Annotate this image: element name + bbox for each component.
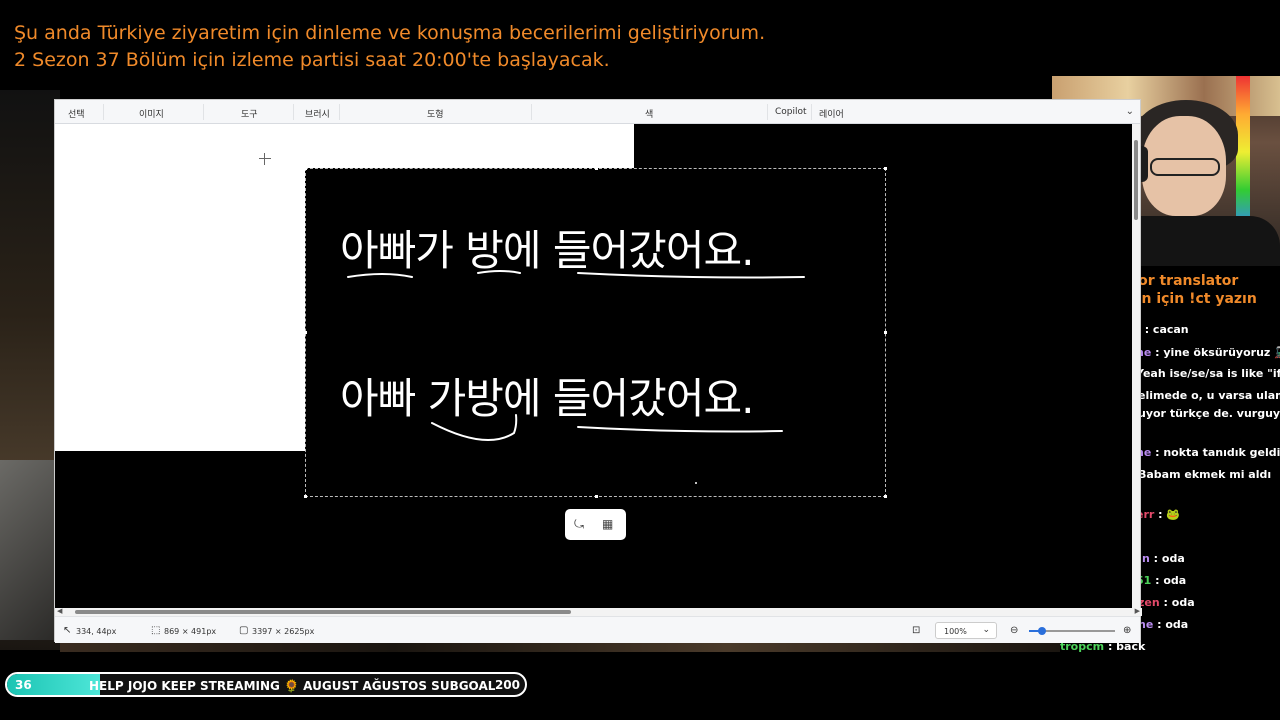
toolbar-copilot-button[interactable]: Copilot (775, 107, 807, 117)
toolbar-divider (531, 104, 532, 120)
toolbar-image-button[interactable]: 이미지 (139, 107, 164, 120)
subgoal-target: 200 (494, 678, 520, 692)
zoom-slider-knob[interactable] (1037, 627, 1046, 635)
background-rock (0, 460, 56, 640)
chevron-down-icon[interactable]: ⌄ (1126, 106, 1134, 117)
toolbar-brushes-button[interactable]: 브러시 (305, 107, 330, 120)
toolbar-divider (339, 104, 340, 120)
horizontal-scrollbar[interactable]: ◀ ▶ (55, 607, 1142, 616)
selection-box[interactable]: 아빠가 방에 들어갔어요. 아빠 가방에 들어갔어요. (304, 167, 887, 498)
chevron-down-icon: ⌄ (982, 625, 990, 635)
chat-text: : oda (1151, 574, 1187, 587)
generative-erase-icon[interactable]: ▦ (602, 517, 613, 531)
horizontal-scroll-thumb[interactable] (75, 610, 571, 614)
underline-gabang (431, 414, 518, 442)
vertical-scroll-thumb[interactable] (1134, 140, 1138, 220)
overlay-line-1: Şu anda Türkiye ziyaretim için dinleme v… (14, 22, 766, 44)
chat-message: ne : nokta tanıdık geldi (1136, 446, 1280, 459)
crosshair-cursor-icon (259, 153, 271, 165)
zoom-slider[interactable] (1029, 627, 1115, 635)
chat-username: n (1142, 552, 1150, 565)
chat-notice-line-1: for translator (1132, 273, 1239, 289)
chat-message: ne : yine öksürüyoruz 🚂 (1136, 346, 1280, 359)
status-bar: ↖ 334, 44px ⬚ 869 × 491px ▢ 3397 × 2625p… (55, 616, 1140, 643)
subgoal-label: HELP JOJO KEEP STREAMING 🌻 AUGUST AĞUSTO… (89, 679, 496, 693)
vertical-scrollbar[interactable] (1132, 124, 1140, 612)
image-size: 3397 × 2625px (252, 627, 315, 636)
chat-text: : yine öksürüyoruz 🚂 (1151, 346, 1280, 359)
chat-text: : nokta tanıdık geldi (1151, 446, 1280, 459)
toolbar-tools-button[interactable]: 도구 (241, 107, 258, 120)
zoom-out-icon[interactable]: ⊖ (1010, 625, 1018, 636)
chat-message: 51 : oda (1136, 574, 1186, 587)
underline-deureogasseoyo-1 (577, 272, 805, 279)
toolbar-colors-button[interactable]: 색 (645, 107, 653, 120)
zoom-value: 100% (944, 627, 967, 636)
selection-size: 869 × 491px (164, 627, 217, 636)
underline-deureogasseoyo-2 (577, 426, 783, 433)
chat-text: uyor türkçe de. vurguyu (1138, 407, 1280, 420)
image-size-icon: ▢ (239, 625, 249, 636)
chat-text: Yeah ise/se/sa is like "if" (1136, 367, 1280, 380)
chat-message: ne : oda (1138, 618, 1188, 631)
scroll-right-arrow-icon[interactable]: ▶ (1135, 607, 1140, 615)
chat-text: Babam ekmek mi aldı (1138, 468, 1272, 481)
cursor-position: 334, 44px (76, 627, 117, 636)
stream-overlay-text: Şu anda Türkiye ziyaretim için dinleme v… (14, 20, 765, 74)
chat-text: : oda (1149, 552, 1185, 565)
toolbar-shapes-button[interactable]: 도형 (427, 107, 444, 120)
chat-text: : 🐸 (1154, 508, 1181, 521)
streamer-glasses (1150, 158, 1220, 176)
toolbar-divider (203, 104, 204, 120)
chat-message: n : oda (1142, 552, 1185, 565)
toolbar-divider (293, 104, 294, 120)
zoom-in-icon[interactable]: ⊕ (1123, 625, 1131, 636)
chat-message: elimede o, u varsa ulama (1138, 389, 1280, 402)
stray-dot (695, 482, 697, 484)
zoom-dropdown[interactable]: 100% ⌄ (935, 622, 997, 639)
chat-text: elimede o, u varsa ulama (1138, 389, 1280, 402)
chat-message: err : 🐸 (1136, 508, 1180, 521)
underline-bang (477, 270, 521, 274)
chat-message: zen : oda (1138, 596, 1195, 609)
toolbar-divider (103, 104, 104, 120)
pointer-icon: ↖ (63, 625, 72, 636)
selection-floating-toolbar: ⤿ ▦ (565, 509, 626, 540)
subgoal-current: 36 (15, 678, 32, 692)
handwritten-underlines (347, 270, 805, 484)
toolbar-divider (811, 104, 812, 120)
toolbar-layers-button[interactable]: 레이어 (819, 107, 844, 120)
toolbar-select-button[interactable]: 선택 (68, 107, 85, 120)
fit-to-window-icon[interactable]: ⊡ (912, 625, 920, 636)
toolbar-divider (767, 104, 768, 120)
chat-translator-notice: for translator en için !ct yazın (1132, 272, 1257, 308)
scroll-left-arrow-icon[interactable]: ◀ (57, 607, 62, 615)
chat-text: : cacan (1140, 323, 1189, 336)
chat-text: : oda (1159, 596, 1195, 609)
paint-toolbar: 선택 이미지 도구 브러시 도형 색 Copilot 레이어 ⌄ (55, 100, 1140, 124)
chat-message: Yeah ise/se/sa is like "if" (1136, 367, 1280, 380)
underline-appaga (347, 273, 413, 278)
chat-message: uyor türkçe de. vurguyu (1138, 407, 1280, 420)
crop-rotate-icon[interactable]: ⤿ (574, 517, 584, 532)
subgoal-bar: 36 HELP JOJO KEEP STREAMING 🌻 AUGUST AĞU… (5, 672, 527, 697)
paint-window: 선택 이미지 도구 브러시 도형 색 Copilot 레이어 ⌄ ⟳ 아빠가 방… (54, 99, 1142, 643)
selection-size-icon: ⬚ (151, 625, 161, 636)
chat-text: : oda (1153, 618, 1189, 631)
chat-notice-line-2: en için !ct yazın (1132, 291, 1257, 307)
stream-background-left (0, 90, 60, 650)
overlay-line-2: 2 Sezon 37 Bölüm için izleme partisi saa… (14, 49, 610, 71)
chat-message: Babam ekmek mi aldı (1138, 468, 1271, 481)
